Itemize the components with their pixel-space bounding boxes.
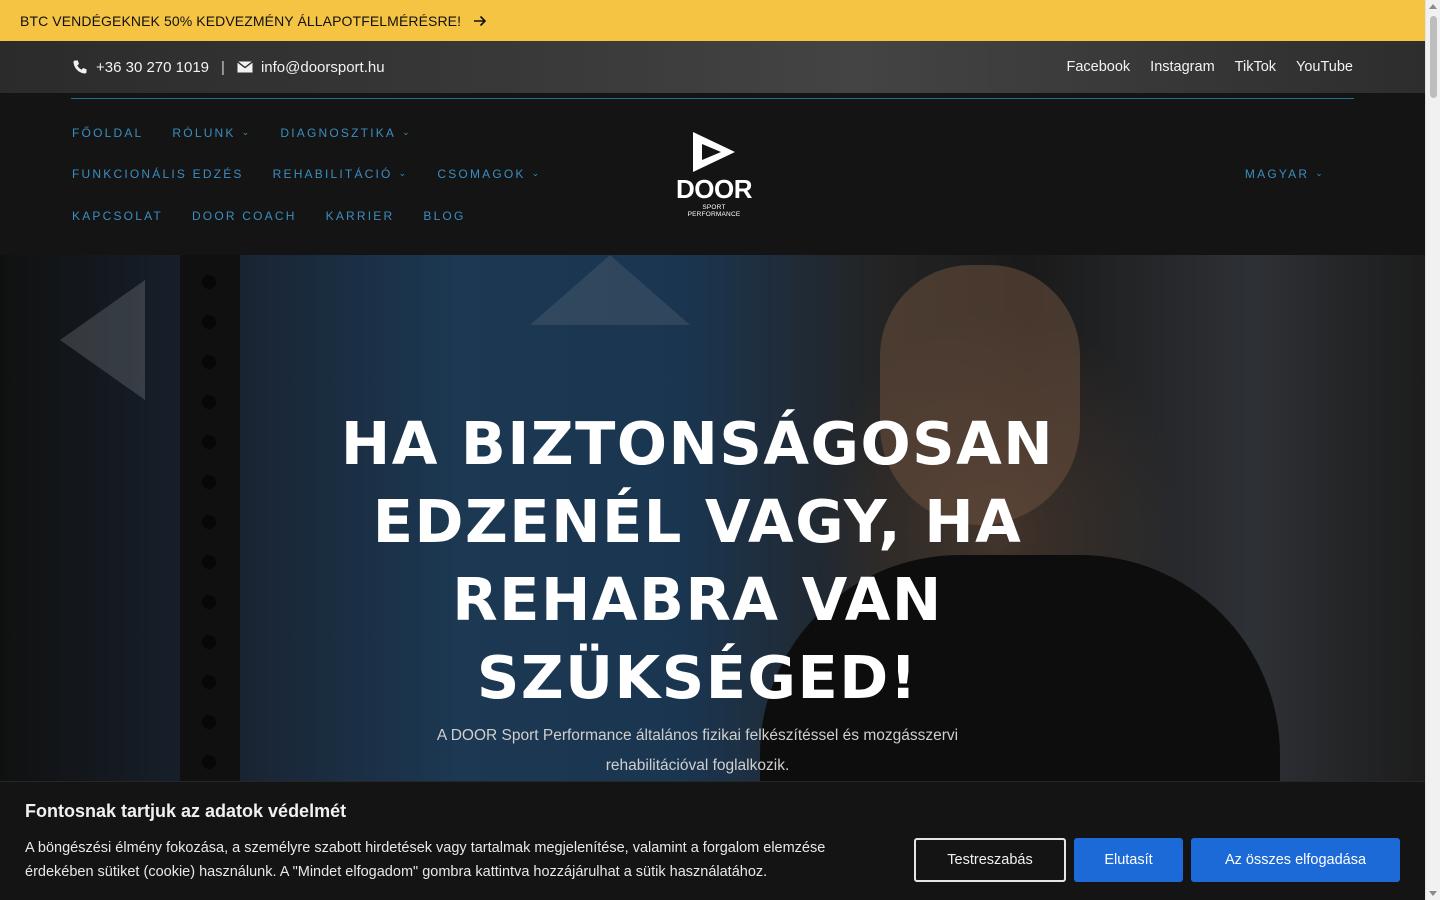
hero-subtitle: A DOOR Sport Performance általános fizik…	[436, 727, 959, 774]
nav-item-csomagok[interactable]: CSOMAGOK ⌄	[437, 167, 541, 181]
cookie-title: Fontosnak tartjuk az adatok védelmét	[25, 801, 347, 821]
chevron-down-icon: ⌄	[241, 126, 252, 137]
arrow-right-icon[interactable]	[473, 15, 487, 27]
hero-title: HA BIZTONSÁGOSAN EDZENÉL VAGY, HA REHABR…	[340, 409, 1055, 712]
nav-item-rolunk[interactable]: RÓLUNK ⌄	[172, 126, 251, 140]
phone-icon	[72, 59, 88, 75]
logo-wordmark: DOOR	[676, 174, 753, 204]
scrollbar-thumb[interactable]	[1430, 16, 1437, 98]
cookie-consent-banner: Fontosnak tartjuk az adatok védelmét A b…	[0, 781, 1425, 900]
scroll-up-icon[interactable]	[1429, 4, 1437, 9]
nav-item-funkcionalis-edzes[interactable]: FUNKCIONÁLIS EDZÉS	[72, 167, 244, 181]
nav-item-kapcsolat[interactable]: KAPCSOLAT	[72, 209, 163, 223]
header-divider	[71, 98, 1354, 99]
contact-separator: |	[221, 58, 225, 76]
page-scrollbar[interactable]	[1425, 0, 1440, 900]
instagram-link[interactable]: Instagram	[1150, 59, 1214, 75]
nav-row-1: FŐOLDAL RÓLUNK ⌄ DIAGNOSZTIKA ⌄	[72, 126, 412, 140]
logo-tagline: SPORT PERFORMANCE	[687, 204, 741, 218]
mail-icon	[237, 61, 253, 73]
nav-item-diagnosztika[interactable]: DIAGNOSZTIKA ⌄	[280, 126, 412, 140]
page: BTC VENDÉGEKNEK 50% KEDVEZMÉNY ÁLLAPOTFE…	[0, 0, 1440, 900]
contact-info: +36 30 270 1019 | info@doorsport.hu	[72, 41, 385, 93]
nav-item-door-coach[interactable]: DOOR COACH	[192, 209, 297, 223]
nav-item-karrier[interactable]: KARRIER	[326, 209, 395, 223]
promo-banner[interactable]: BTC VENDÉGEKNEK 50% KEDVEZMÉNY ÁLLAPOTFE…	[0, 0, 1425, 41]
cookie-customize-button[interactable]: Testreszabás	[914, 838, 1066, 882]
chevron-down-icon: ⌄	[398, 167, 409, 178]
email-link[interactable]: info@doorsport.hu	[261, 59, 385, 76]
chevron-down-icon: ⌄	[1315, 167, 1325, 178]
promo-text[interactable]: BTC VENDÉGEKNEK 50% KEDVEZMÉNY ÁLLAPOTFE…	[20, 13, 461, 29]
tiktok-link[interactable]: TikTok	[1235, 59, 1276, 75]
main-header: FŐOLDAL RÓLUNK ⌄ DIAGNOSZTIKA ⌄ FUNKCIONÁL…	[0, 93, 1425, 255]
cookie-reject-button[interactable]: Elutasít	[1074, 838, 1183, 882]
top-contact-bar: +36 30 270 1019 | info@doorsport.hu Face…	[0, 41, 1425, 93]
scroll-down-icon[interactable]	[1429, 891, 1437, 896]
nav-row-2: FUNKCIONÁLIS EDZÉS REHABILITÁCIÓ ⌄ CSOMAG…	[72, 167, 541, 181]
cookie-accept-all-button[interactable]: Az összes elfogadása	[1191, 838, 1400, 882]
chevron-down-icon: ⌄	[402, 126, 412, 137]
language-selector[interactable]: MAGYAR ⌄	[1245, 167, 1325, 181]
logo-play-icon	[693, 132, 735, 172]
nav-item-rehabilitacio[interactable]: REHABILITÁCIÓ ⌄	[273, 167, 409, 181]
site-logo[interactable]: DOOR SPORT PERFORMANCE	[676, 130, 753, 218]
social-links: Facebook Instagram TikTok YouTube	[1066, 41, 1353, 93]
nav-row-3: KAPCSOLAT DOOR COACH KARRIER BLOG	[72, 209, 466, 223]
phone-link[interactable]: +36 30 270 1019	[96, 59, 209, 76]
nav-item-blog[interactable]: BLOG	[423, 209, 465, 223]
youtube-link[interactable]: YouTube	[1296, 59, 1353, 75]
cookie-text: A böngészési élmény fokozása, a személyr…	[25, 840, 826, 880]
chevron-down-icon: ⌄	[531, 167, 542, 178]
facebook-link[interactable]: Facebook	[1066, 59, 1130, 75]
nav-item-fooldal[interactable]: FŐOLDAL	[72, 126, 143, 140]
